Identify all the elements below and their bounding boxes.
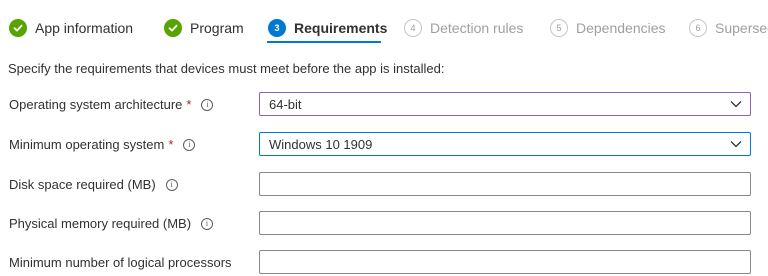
required-marker: * [168, 137, 174, 152]
os-architecture-dropdown[interactable]: 64-bit [259, 92, 751, 116]
disk-space-row: Disk space required (MB) i [0, 172, 768, 198]
label-text: Physical memory required (MB) [9, 216, 192, 231]
chevron-down-icon [730, 141, 742, 148]
physical-memory-input[interactable] [259, 211, 751, 235]
step-program[interactable]: Program [164, 17, 244, 39]
physical-memory-label: Physical memory required (MB) i [9, 216, 214, 231]
step-app-information[interactable]: App information [9, 17, 133, 39]
selected-value: Windows 10 1909 [269, 137, 373, 152]
logical-processors-row: Minimum number of logical processors [0, 250, 768, 276]
step-number: 3 [268, 19, 286, 37]
label-text: Minimum number of logical processors [9, 255, 232, 270]
label-text: Operating system architecture [9, 97, 183, 112]
minimum-os-label: Minimum operating system * i [9, 137, 196, 152]
logical-processors-input[interactable] [259, 250, 751, 274]
disk-space-label: Disk space required (MB) i [9, 177, 178, 192]
chevron-down-icon [730, 101, 742, 108]
step-number: 5 [550, 19, 568, 37]
check-icon [9, 19, 27, 37]
requirements-intro: Specify the requirements that devices mu… [8, 61, 445, 76]
label-text: Minimum operating system [9, 137, 165, 152]
step-supersedence[interactable]: 6 Supersed [689, 17, 768, 39]
step-label: Requirements [294, 20, 388, 36]
minimum-os-dropdown[interactable]: Windows 10 1909 [259, 132, 751, 156]
step-requirements[interactable]: 3 Requirements [268, 17, 387, 39]
info-icon[interactable]: i [183, 138, 196, 151]
wizard-steps: App information Program 3 Requirements 4… [0, 0, 768, 56]
physical-memory-row: Physical memory required (MB) i [0, 211, 768, 237]
label-text: Disk space required (MB) [9, 177, 156, 192]
required-marker: * [186, 97, 192, 112]
disk-space-input[interactable] [259, 172, 751, 196]
step-label: Supersed [715, 20, 768, 36]
active-step-underline [267, 41, 381, 43]
info-icon[interactable]: i [165, 178, 178, 191]
os-architecture-row: Operating system architecture * i 64-bit [0, 92, 768, 118]
minimum-os-row: Minimum operating system * i Windows 10 … [0, 132, 768, 158]
os-architecture-label: Operating system architecture * i [9, 97, 214, 112]
info-icon[interactable]: i [201, 217, 214, 230]
info-icon[interactable]: i [201, 98, 214, 111]
step-label: Program [190, 20, 244, 36]
step-label: Dependencies [576, 20, 666, 36]
step-label: Detection rules [430, 20, 524, 36]
selected-value: 64-bit [269, 97, 302, 112]
logical-processors-label: Minimum number of logical processors [9, 255, 232, 270]
step-dependencies[interactable]: 5 Dependencies [550, 17, 666, 39]
step-detection-rules[interactable]: 4 Detection rules [404, 17, 523, 39]
check-icon [164, 19, 182, 37]
step-number: 4 [404, 19, 422, 37]
step-label: App information [35, 20, 134, 36]
step-number: 6 [689, 19, 707, 37]
